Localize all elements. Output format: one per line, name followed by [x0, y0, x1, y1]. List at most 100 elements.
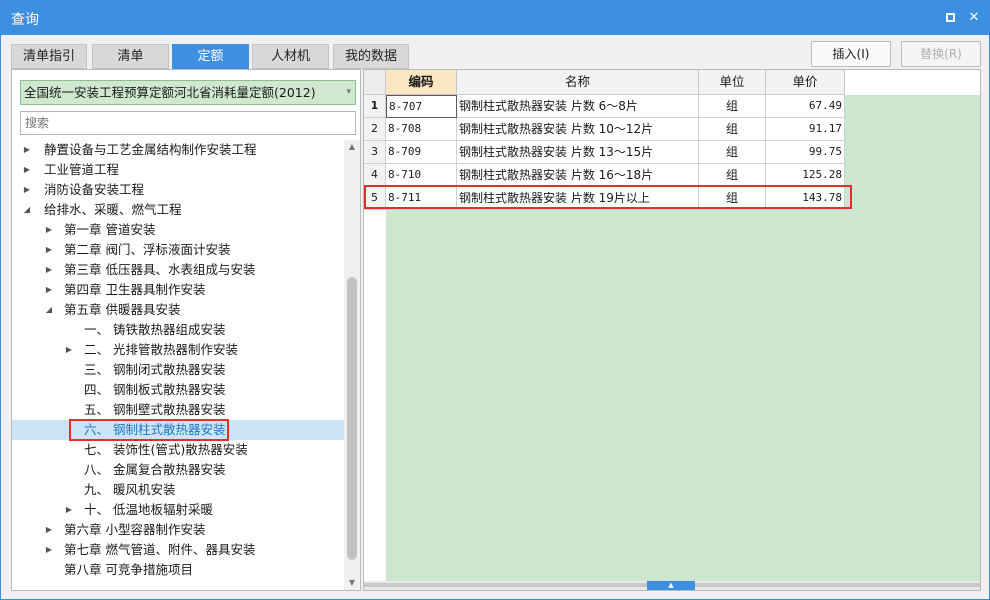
- cell-unit[interactable]: 组: [699, 141, 766, 164]
- cell-name[interactable]: 钢制柱式散热器安装 片数 13～15片: [457, 141, 699, 164]
- column-header-name[interactable]: 名称: [457, 70, 699, 95]
- tree-item[interactable]: 七、 装饰性(管式)散热器安装: [12, 440, 344, 460]
- expand-arrow-icon[interactable]: ▶: [22, 140, 32, 160]
- cell-unit[interactable]: 组: [699, 95, 766, 118]
- cell-code[interactable]: 8-710: [386, 164, 457, 187]
- grid-horizontal-scrollbar[interactable]: ▲: [364, 581, 980, 590]
- tree-item[interactable]: 八、 金属复合散热器安装: [12, 460, 344, 480]
- tree-item[interactable]: 九、 暖风机安装: [12, 480, 344, 500]
- tree-item[interactable]: ▶ 第四章 卫生器具制作安装: [12, 280, 344, 300]
- dropdown-caret-icon: ▾: [346, 87, 351, 97]
- quota-grid: 编码 名称 单位 单价 1 8-707 钢制柱式散热器安装 片数 6～8片 组 …: [363, 69, 981, 591]
- tree-item-label: 七、 装饰性(管式)散热器安装: [84, 442, 248, 457]
- cell-price[interactable]: 99.75: [766, 141, 845, 164]
- expand-arrow-icon[interactable]: ▶: [22, 180, 32, 200]
- row-number[interactable]: 2: [364, 118, 386, 141]
- cell-name[interactable]: 钢制柱式散热器安装 片数 19片以上: [457, 187, 699, 210]
- expand-arrow-icon[interactable]: ▶: [64, 500, 74, 520]
- row-number[interactable]: 1: [364, 95, 386, 118]
- tree-item-label: 三、 钢制闭式散热器安装: [84, 362, 226, 377]
- column-header-price[interactable]: 单价: [766, 70, 845, 95]
- tree-item-label: 第一章 管道安装: [64, 222, 156, 237]
- table-row[interactable]: 3 8-709 钢制柱式散热器安装 片数 13～15片 组 99.75: [364, 141, 845, 164]
- cell-name[interactable]: 钢制柱式散热器安装 片数 6～8片: [457, 95, 699, 118]
- tree-item-label: 第八章 可竞争措施项目: [64, 562, 193, 577]
- tab-quota[interactable]: 定额: [172, 44, 249, 69]
- cell-code[interactable]: 8-707: [386, 95, 457, 118]
- tab-labor-material-machine[interactable]: 人材机: [252, 44, 329, 69]
- tree-item[interactable]: 五、 钢制壁式散热器安装: [12, 400, 344, 420]
- expand-arrow-icon[interactable]: ▶: [22, 160, 32, 180]
- tree-item[interactable]: ▶ 第七章 燃气管道、附件、器具安装: [12, 540, 344, 560]
- grid-corner[interactable]: [364, 70, 386, 95]
- column-header-unit[interactable]: 单位: [699, 70, 766, 95]
- cell-unit[interactable]: 组: [699, 164, 766, 187]
- row-number[interactable]: 4: [364, 164, 386, 187]
- tree-scrollbar[interactable]: ▲ ▼: [344, 140, 360, 590]
- column-header-code[interactable]: 编码: [386, 70, 457, 95]
- row-number[interactable]: 3: [364, 141, 386, 164]
- tree-item[interactable]: ▶ 二、 光排管散热器制作安装: [12, 340, 344, 360]
- tree-item[interactable]: 四、 钢制板式散热器安装: [12, 380, 344, 400]
- cell-name[interactable]: 钢制柱式散热器安装 片数 16～18片: [457, 164, 699, 187]
- tree-item[interactable]: ▶ 工业管道工程: [12, 160, 344, 180]
- cell-price[interactable]: 91.17: [766, 118, 845, 141]
- maximize-button[interactable]: [942, 10, 958, 26]
- tree-item-label: 第四章 卫生器具制作安装: [64, 282, 206, 297]
- insert-button[interactable]: 插入(I): [811, 41, 891, 67]
- tab-list[interactable]: 清单: [92, 44, 169, 69]
- expand-arrow-icon[interactable]: ▶: [44, 240, 54, 260]
- collapse-arrow-icon[interactable]: ◢: [44, 300, 54, 320]
- cell-code[interactable]: 8-709: [386, 141, 457, 164]
- tree-item-label: 四、 钢制板式散热器安装: [84, 382, 226, 397]
- row-number[interactable]: 5: [364, 187, 386, 210]
- tree-item[interactable]: 三、 钢制闭式散热器安装: [12, 360, 344, 380]
- cell-code[interactable]: 8-711: [386, 187, 457, 210]
- scrollbar-thumb[interactable]: [347, 277, 357, 560]
- tree-item[interactable]: ▶ 第六章 小型容器制作安装: [12, 520, 344, 540]
- expand-arrow-icon[interactable]: ▶: [44, 280, 54, 300]
- tab-list-guide[interactable]: 清单指引: [11, 44, 87, 69]
- table-row[interactable]: 1 8-707 钢制柱式散热器安装 片数 6～8片 组 67.49: [364, 95, 845, 118]
- expand-arrow-icon[interactable]: ▶: [44, 220, 54, 240]
- table-row[interactable]: 5 8-711 钢制柱式散热器安装 片数 19片以上 组 143.78: [364, 187, 845, 210]
- tree-item[interactable]: 第八章 可竞争措施项目: [12, 560, 344, 580]
- tree-item[interactable]: ▶ 第三章 低压器具、水表组成与安装: [12, 260, 344, 280]
- tab-my-data[interactable]: 我的数据: [333, 44, 409, 69]
- scroll-down-icon[interactable]: ▼: [344, 576, 360, 590]
- tree-item[interactable]: ▶ 第二章 阀门、浮标液面计安装: [12, 240, 344, 260]
- tree-item[interactable]: ◢ 给排水、采暖、燃气工程: [12, 200, 344, 220]
- tree-item-label: 第二章 阀门、浮标液面计安装: [64, 242, 231, 257]
- tree-item-label: 八、 金属复合散热器安装: [84, 462, 226, 477]
- tree-item[interactable]: 一、 铸铁散热器组成安装: [12, 320, 344, 340]
- cell-price[interactable]: 67.49: [766, 95, 845, 118]
- table-row[interactable]: 4 8-710 钢制柱式散热器安装 片数 16～18片 组 125.28: [364, 164, 845, 187]
- tree-item-label: 六、 钢制柱式散热器安装: [84, 422, 226, 437]
- tree-item[interactable]: ▶ 第一章 管道安装: [12, 220, 344, 240]
- cell-price[interactable]: 125.28: [766, 164, 845, 187]
- expand-arrow-icon[interactable]: ▶: [44, 540, 54, 560]
- replace-button[interactable]: 替换(R): [901, 41, 981, 67]
- expand-arrow-icon[interactable]: ▶: [44, 260, 54, 280]
- tree-item-label: 五、 钢制壁式散热器安装: [84, 402, 226, 417]
- tree-item[interactable]: ▶ 静置设备与工艺金属结构制作安装工程: [12, 140, 344, 160]
- tree-item[interactable]: ◢ 第五章 供暖器具安装: [12, 300, 344, 320]
- cell-unit[interactable]: 组: [699, 118, 766, 141]
- close-button[interactable]: ✕: [966, 10, 982, 26]
- tree-item-label: 九、 暖风机安装: [84, 482, 176, 497]
- quota-book-select[interactable]: 全国统一安装工程预算定额河北省消耗量定额(2012) ▾: [20, 80, 356, 105]
- table-row[interactable]: 2 8-708 钢制柱式散热器安装 片数 10～12片 组 91.17: [364, 118, 845, 141]
- collapse-arrow-icon[interactable]: ◢: [22, 200, 32, 220]
- cell-price[interactable]: 143.78: [766, 187, 845, 210]
- expand-arrow-icon[interactable]: ▶: [44, 520, 54, 540]
- cell-code[interactable]: 8-708: [386, 118, 457, 141]
- cell-name[interactable]: 钢制柱式散热器安装 片数 10～12片: [457, 118, 699, 141]
- tree-item[interactable]: ▶ 十、 低温地板辐射采暖: [12, 500, 344, 520]
- tree-item[interactable]: ▶ 消防设备安装工程: [12, 180, 344, 200]
- splitter-grip-icon[interactable]: ▲: [647, 581, 695, 590]
- search-input[interactable]: [20, 111, 356, 135]
- tree-item-selected[interactable]: 六、 钢制柱式散热器安装: [12, 420, 344, 440]
- expand-arrow-icon[interactable]: ▶: [64, 340, 74, 360]
- cell-unit[interactable]: 组: [699, 187, 766, 210]
- scroll-up-icon[interactable]: ▲: [344, 140, 360, 154]
